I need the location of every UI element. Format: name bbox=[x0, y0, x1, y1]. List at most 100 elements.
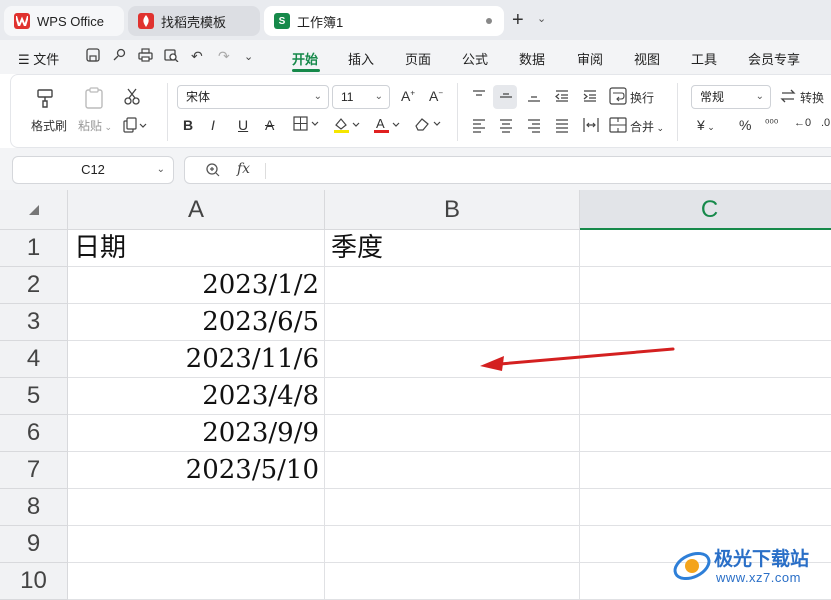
cell-a1[interactable]: 日期 bbox=[68, 230, 325, 267]
row-header[interactable]: 4 bbox=[0, 341, 68, 378]
convert-label[interactable]: 转换 bbox=[800, 89, 824, 106]
cell-c1[interactable] bbox=[580, 230, 831, 267]
menu-view[interactable]: 视图 bbox=[634, 49, 660, 68]
format-painter-icon[interactable] bbox=[35, 87, 57, 112]
cell-b9[interactable] bbox=[325, 526, 580, 563]
thousands-separator-icon[interactable]: ⁰⁰⁰ bbox=[765, 117, 778, 130]
chevron-down-icon[interactable]: ⌄ bbox=[537, 12, 546, 25]
font-size-select[interactable]: 11 ⌄ bbox=[332, 85, 390, 109]
align-left-icon[interactable] bbox=[471, 117, 487, 136]
cell-a2[interactable]: 2023/1/2 bbox=[68, 267, 325, 304]
row-header[interactable]: 3 bbox=[0, 304, 68, 341]
redo-icon[interactable]: ↷ bbox=[218, 48, 230, 65]
copy-icon[interactable] bbox=[123, 117, 147, 136]
bold-icon[interactable]: B bbox=[183, 117, 193, 133]
menu-tools[interactable]: 工具 bbox=[691, 49, 717, 68]
cell-a5[interactable]: 2023/4/8 bbox=[68, 378, 325, 415]
font-name-select[interactable]: 宋体 ⌄ bbox=[177, 85, 329, 109]
name-box[interactable]: C12 ⌄ bbox=[12, 156, 174, 184]
align-bottom-icon[interactable] bbox=[526, 88, 542, 107]
cell-a6[interactable]: 2023/9/9 bbox=[68, 415, 325, 452]
align-center-icon[interactable] bbox=[498, 117, 514, 136]
number-format-select[interactable]: 常规 ⌄ bbox=[691, 85, 771, 109]
fill-color-icon[interactable] bbox=[333, 116, 363, 137]
increase-font-icon[interactable]: A+ bbox=[401, 88, 415, 104]
file-menu[interactable]: ☰ 文件 bbox=[18, 49, 59, 68]
column-header-b[interactable]: B bbox=[325, 190, 580, 230]
cell-b2[interactable] bbox=[325, 267, 580, 304]
percent-icon[interactable]: % bbox=[739, 117, 751, 133]
row-header[interactable]: 5 bbox=[0, 378, 68, 415]
row-header[interactable]: 9 bbox=[0, 526, 68, 563]
share-icon[interactable] bbox=[112, 48, 126, 65]
cell-b6[interactable] bbox=[325, 415, 580, 452]
paste-icon[interactable] bbox=[83, 87, 105, 112]
font-color-icon[interactable]: A bbox=[373, 116, 403, 137]
row-header[interactable]: 1 bbox=[0, 230, 68, 267]
print-icon[interactable] bbox=[138, 48, 153, 65]
cell-a8[interactable] bbox=[68, 489, 325, 526]
quick-access-chevron-icon[interactable]: ⌄ bbox=[244, 50, 253, 63]
cell-a9[interactable] bbox=[68, 526, 325, 563]
zoom-search-icon[interactable] bbox=[205, 162, 221, 183]
decrease-indent-icon[interactable] bbox=[554, 88, 570, 107]
row-header[interactable]: 10 bbox=[0, 563, 68, 600]
tab-wps-office[interactable]: WPS Office bbox=[4, 6, 124, 36]
cell-c6[interactable] bbox=[580, 415, 831, 452]
formula-input[interactable]: fx bbox=[184, 156, 831, 184]
cell-b8[interactable] bbox=[325, 489, 580, 526]
distributed-align-icon[interactable] bbox=[582, 116, 600, 137]
cell-b5[interactable] bbox=[325, 378, 580, 415]
new-tab-plus-icon[interactable]: + bbox=[512, 10, 524, 30]
row-header[interactable]: 8 bbox=[0, 489, 68, 526]
underline-icon[interactable]: U bbox=[238, 117, 248, 133]
currency-icon[interactable]: ¥ ⌄ bbox=[697, 117, 715, 133]
cell-c5[interactable] bbox=[580, 378, 831, 415]
column-header-a[interactable]: A bbox=[68, 190, 325, 230]
justify-icon[interactable] bbox=[554, 117, 570, 136]
menu-page[interactable]: 页面 bbox=[405, 49, 431, 68]
cell-c8[interactable] bbox=[580, 489, 831, 526]
save-icon[interactable] bbox=[86, 48, 100, 65]
align-middle-icon[interactable] bbox=[498, 88, 514, 107]
cell-b10[interactable] bbox=[325, 563, 580, 600]
increase-indent-icon[interactable] bbox=[582, 88, 598, 107]
decrease-decimal-icon[interactable]: .0 bbox=[821, 117, 830, 129]
merge-cells-label[interactable]: 合并 ⌄ bbox=[630, 118, 664, 135]
menu-insert[interactable]: 插入 bbox=[348, 49, 374, 68]
format-painter-label[interactable]: 格式刷 bbox=[27, 117, 71, 134]
cut-icon[interactable] bbox=[123, 87, 141, 108]
clear-format-icon[interactable] bbox=[413, 116, 445, 135]
menu-home[interactable]: 开始 bbox=[292, 49, 318, 68]
paste-label[interactable]: 粘贴 ⌄ bbox=[75, 117, 115, 134]
menu-data[interactable]: 数据 bbox=[519, 49, 545, 68]
row-header[interactable]: 7 bbox=[0, 452, 68, 489]
tab-workbook[interactable]: S 工作簿1 bbox=[264, 6, 504, 36]
print-preview-icon[interactable] bbox=[164, 48, 179, 65]
cell-c3[interactable] bbox=[580, 304, 831, 341]
menu-review[interactable]: 审阅 bbox=[577, 49, 603, 68]
decrease-font-icon[interactable]: A− bbox=[429, 88, 443, 104]
tab-template[interactable]: 找稻壳模板 bbox=[128, 6, 260, 36]
cell-c2[interactable] bbox=[580, 267, 831, 304]
cell-a10[interactable] bbox=[68, 563, 325, 600]
cell-b7[interactable] bbox=[325, 452, 580, 489]
column-header-c[interactable]: C bbox=[580, 190, 831, 230]
convert-icon[interactable] bbox=[779, 87, 797, 108]
cell-b3[interactable] bbox=[325, 304, 580, 341]
increase-decimal-icon[interactable]: ←0 bbox=[794, 117, 811, 129]
close-dot-icon[interactable] bbox=[486, 18, 492, 24]
cell-b1[interactable]: 季度 bbox=[325, 230, 580, 267]
align-right-icon[interactable] bbox=[526, 117, 542, 136]
cell-c7[interactable] bbox=[580, 452, 831, 489]
row-header[interactable]: 2 bbox=[0, 267, 68, 304]
wrap-text-label[interactable]: 换行 bbox=[630, 89, 654, 106]
wrap-text-icon[interactable] bbox=[609, 87, 627, 108]
border-icon[interactable] bbox=[293, 116, 323, 135]
function-icon[interactable]: fx bbox=[237, 161, 250, 177]
italic-icon[interactable]: I bbox=[211, 117, 215, 133]
undo-icon[interactable]: ↶ bbox=[191, 48, 203, 65]
menu-formula[interactable]: 公式 bbox=[462, 49, 488, 68]
strikethrough-icon[interactable]: A bbox=[265, 117, 274, 133]
cell-a3[interactable]: 2023/6/5 bbox=[68, 304, 325, 341]
